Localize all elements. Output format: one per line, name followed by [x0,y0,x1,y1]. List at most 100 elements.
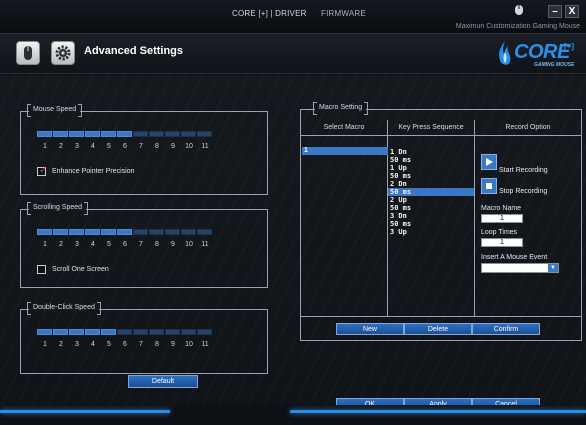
macro-select-list[interactable]: 1 [302,147,388,155]
delete-macro-button[interactable]: Delete [404,323,472,335]
speed-segment[interactable] [149,229,164,235]
speed-segment[interactable] [85,131,100,137]
sequence-row[interactable]: 1 Up [388,164,474,172]
sequence-row[interactable]: 1 Dn [388,148,474,156]
tick-label: 1 [43,143,47,150]
speed-segment[interactable] [197,229,212,235]
page-title: Advanced Settings [84,45,184,57]
speed-segment[interactable] [165,131,180,137]
tick-label: 2 [59,341,63,348]
mouse-speed-slider[interactable] [37,131,212,137]
stop-recording-button[interactable] [481,178,497,194]
stop-icon [486,183,492,189]
nav-firmware[interactable]: FIRMWARE [321,9,366,18]
minimize-button[interactable]: – [548,5,562,18]
key-sequence-list[interactable]: 1 Dn 50 ms 1 Up 50 ms 2 Dn 50 ms 2 Up 50 ms 3 Dn… [388,148,474,236]
scroll-one-screen-checkbox-row[interactable]: Scroll One Screen [37,265,109,274]
start-recording-button[interactable] [481,154,497,170]
tick-label: 2 [59,143,63,150]
double-click-speed-panel: Double-Click Speed 1 2 3 4 5 6 7 8 9 10 11 [20,302,268,374]
column-divider [474,120,475,316]
speed-segment[interactable] [181,329,196,335]
default-button[interactable]: Default [128,375,198,388]
speed-segment[interactable] [69,131,84,137]
macro-list-item[interactable]: 1 [302,147,388,155]
speed-segment[interactable] [101,329,116,335]
tick-label: 11 [201,341,209,348]
scrolling-speed-ticks: 1 2 3 4 5 6 7 8 9 10 11 [37,241,213,248]
brand-logo-sub: GAMING MOUSE [534,62,575,68]
mouse-icon [515,5,523,15]
scrolling-speed-slider[interactable] [37,229,212,235]
confirm-macro-button[interactable]: Confirm [472,323,540,335]
speed-segment[interactable] [149,131,164,137]
speed-segment[interactable] [117,229,132,235]
speed-segment[interactable] [37,329,52,335]
close-button[interactable]: X [565,5,579,18]
sequence-row[interactable]: 2 Up [388,196,474,204]
key-sequence-header: Key Press Sequence [398,124,464,131]
speed-segment[interactable] [181,131,196,137]
gear-icon [55,45,71,61]
insert-mouse-event-dropdown[interactable]: ▼ [481,263,559,273]
tick-label: 6 [123,341,127,348]
speed-segment[interactable] [53,131,68,137]
header-divider [301,135,581,136]
tick-label: 7 [139,341,143,348]
advanced-settings-button[interactable] [51,41,75,65]
speed-segment[interactable] [53,229,68,235]
speed-segment[interactable] [69,329,84,335]
enhance-precision-checkbox[interactable]: ✓ [37,165,48,176]
tick-label: 10 [185,241,193,248]
tick-label: 7 [139,143,143,150]
speed-segment[interactable] [133,131,148,137]
speed-segment[interactable] [117,329,132,335]
speed-segment[interactable] [101,229,116,235]
speed-segment[interactable] [133,329,148,335]
tick-label: 7 [139,241,143,248]
sequence-row[interactable]: 50 ms [388,204,474,212]
table-bottom-divider [301,316,581,317]
check-icon: ✓ [39,165,48,176]
sequence-row[interactable]: 50 ms [388,220,474,228]
speed-segment[interactable] [53,329,68,335]
sequence-row[interactable]: 50 ms [388,156,474,164]
new-macro-button[interactable]: New [336,323,404,335]
speed-segment[interactable] [181,229,196,235]
play-icon [486,158,493,166]
speed-segment[interactable] [197,131,212,137]
top-nav: CORE [+] | DRIVER FIRMWARE [232,9,378,18]
loop-times-label: Loop Times [481,229,518,236]
brand-logo-plus: [+] [564,42,574,51]
speed-segment[interactable] [117,131,132,137]
sequence-row[interactable]: 50 ms [388,172,474,180]
footer-bar [0,405,586,425]
speed-segment[interactable] [197,329,212,335]
sequence-row[interactable]: 50 ms [388,188,474,196]
tick-label: 10 [185,143,193,150]
tick-label: 10 [185,341,193,348]
speed-segment[interactable] [101,131,116,137]
macro-name-input[interactable]: 1 [481,214,523,223]
tick-label: 4 [91,143,95,150]
speed-segment[interactable] [37,131,52,137]
nav-driver[interactable]: CORE [+] | DRIVER [232,9,307,18]
mouse-icon [24,46,32,60]
scroll-one-screen-checkbox[interactable] [37,265,46,274]
loop-times-input[interactable]: 1 [481,238,523,247]
speed-segment[interactable] [133,229,148,235]
speed-segment[interactable] [165,329,180,335]
speed-segment[interactable] [85,329,100,335]
speed-segment[interactable] [37,229,52,235]
enhance-precision-checkbox-row[interactable]: ✓ Enhance Pointer Precision [37,165,135,176]
speed-segment[interactable] [149,329,164,335]
mouse-settings-button[interactable] [16,41,40,65]
sequence-row[interactable]: 2 Dn [388,180,474,188]
sequence-row[interactable]: 3 Up [388,228,474,236]
sequence-row[interactable]: 3 Dn [388,212,474,220]
speed-segment[interactable] [85,229,100,235]
speed-segment[interactable] [69,229,84,235]
speed-segment[interactable] [165,229,180,235]
tick-label: 2 [59,241,63,248]
double-click-speed-slider[interactable] [37,329,212,335]
